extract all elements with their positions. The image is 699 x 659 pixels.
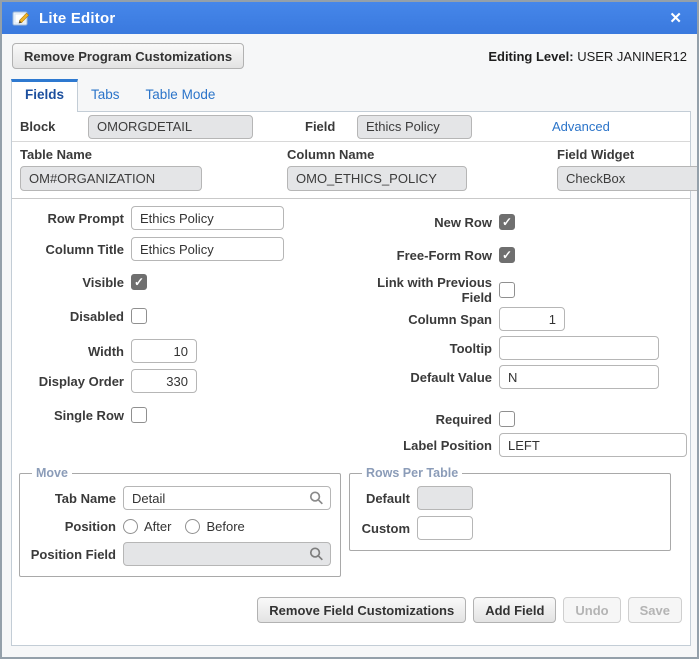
default-value-input[interactable]: [499, 365, 659, 389]
link-with-previous-field-checkbox[interactable]: [499, 282, 515, 298]
lite-editor-dialog: Lite Editor ✕ Remove Program Customizati…: [0, 0, 699, 659]
position-field-input: [123, 542, 331, 566]
advanced-link[interactable]: Advanced: [552, 119, 610, 134]
row-prompt-label: Row Prompt: [47, 210, 124, 226]
tab-table-mode[interactable]: Table Mode: [133, 80, 229, 111]
form-left-column: Row Prompt Column Title Visible Disabled…: [12, 206, 346, 457]
single-row-checkbox[interactable]: [131, 407, 147, 423]
column-title-label: Column Title: [45, 241, 124, 257]
tab-name-label: Tab Name: [54, 490, 116, 506]
rows-custom-label: Custom: [361, 520, 410, 536]
tab-tabs[interactable]: Tabs: [78, 80, 133, 111]
new-row-checkbox[interactable]: [499, 214, 515, 230]
table-info-row: Table Name Column Name Field Widget: [12, 142, 697, 199]
link-with-previous-field-label: Link with Previous Field: [377, 275, 492, 305]
block-field-row: Block Field Advanced: [12, 112, 690, 142]
disabled-label: Disabled: [69, 308, 124, 324]
visible-label: Visible: [82, 274, 124, 290]
single-row-label: Single Row: [53, 407, 124, 423]
field-widget-group: Field Widget: [557, 147, 697, 198]
display-order-input[interactable]: [131, 369, 197, 393]
column-name-label: Column Name: [287, 147, 375, 162]
group-boxes-row: Move Tab Name Position After: [19, 466, 682, 577]
width-input[interactable]: [131, 339, 197, 363]
block-label: Block: [20, 119, 56, 134]
column-span-label: Column Span: [408, 311, 492, 327]
window-title: Lite Editor: [39, 9, 116, 27]
column-span-input[interactable]: [499, 307, 565, 331]
position-field-label: Position Field: [30, 546, 116, 562]
block-field: [88, 114, 253, 139]
display-order-label: Display Order: [38, 373, 124, 389]
required-label: Required: [435, 411, 492, 427]
move-group: Move Tab Name Position After: [19, 466, 341, 577]
position-before-radio[interactable]: [185, 518, 201, 534]
field-properties-form: Row Prompt Column Title Visible Disabled…: [12, 199, 690, 457]
free-form-row-checkbox[interactable]: [499, 247, 515, 263]
position-before-label: Before: [206, 518, 245, 534]
rows-custom-input[interactable]: [417, 516, 473, 540]
fields-tab-panel: Block Field Advanced Table Name Column N…: [11, 111, 697, 646]
edit-document-icon: [12, 11, 30, 25]
row-prompt-input[interactable]: [131, 206, 284, 230]
tab-fields[interactable]: Fields: [11, 79, 79, 112]
table-name-label: Table Name: [20, 147, 93, 162]
add-field-button[interactable]: Add Field: [473, 597, 557, 623]
label-position-input[interactable]: [499, 433, 687, 457]
disabled-checkbox[interactable]: [131, 308, 147, 324]
field-widget-label: Field Widget: [557, 147, 635, 162]
column-title-input[interactable]: [131, 237, 284, 261]
undo-button: Undo: [563, 597, 621, 623]
rows-per-table-group: Rows Per Table Default Custom: [349, 466, 671, 551]
move-group-legend: Move: [36, 466, 68, 480]
rows-default-label: Default: [365, 490, 410, 506]
width-label: Width: [88, 343, 124, 359]
field-field: [357, 114, 472, 139]
column-name-field: [287, 166, 467, 191]
free-form-row-label: Free-Form Row: [396, 247, 492, 263]
title-bar: Lite Editor ✕: [2, 2, 697, 34]
remove-program-customizations-button[interactable]: Remove Program Customizations: [12, 43, 245, 69]
position-label: Position: [64, 518, 116, 534]
table-name-group: Table Name: [20, 147, 202, 198]
field-label: Field: [305, 119, 336, 134]
toolbar: Remove Program Customizations Editing Le…: [2, 34, 697, 78]
required-checkbox[interactable]: [499, 411, 515, 427]
tooltip-input[interactable]: [499, 336, 659, 360]
editing-level: Editing Level: USER JANINER12: [488, 49, 687, 64]
footer-buttons: Remove Field Customizations Add Field Un…: [12, 597, 682, 623]
rows-default-input: [417, 486, 473, 510]
default-value-label: Default Value: [410, 369, 492, 385]
position-after-radio[interactable]: [123, 518, 138, 534]
visible-checkbox[interactable]: [131, 274, 147, 290]
tab-strip: Fields Tabs Table Mode: [2, 78, 697, 112]
rows-per-table-legend: Rows Per Table: [366, 466, 459, 480]
field-widget-field: [557, 166, 697, 191]
search-icon[interactable]: [309, 491, 324, 506]
search-icon: [309, 547, 324, 562]
label-position-label: Label Position: [403, 437, 492, 453]
form-right-column: New Row Free-Form Row Link with Previous…: [346, 206, 690, 457]
remove-field-customizations-button[interactable]: Remove Field Customizations: [257, 597, 467, 623]
tab-name-input[interactable]: [123, 486, 331, 510]
close-icon[interactable]: ✕: [664, 8, 687, 28]
save-button: Save: [627, 597, 682, 623]
table-name-field: [20, 166, 202, 191]
editing-level-label: Editing Level:: [488, 48, 574, 64]
new-row-label: New Row: [434, 214, 492, 230]
column-name-group: Column Name: [287, 147, 467, 198]
tooltip-label: Tooltip: [449, 340, 492, 356]
editing-level-value: USER JANINER12: [577, 48, 687, 64]
position-after-label: After: [144, 518, 172, 534]
